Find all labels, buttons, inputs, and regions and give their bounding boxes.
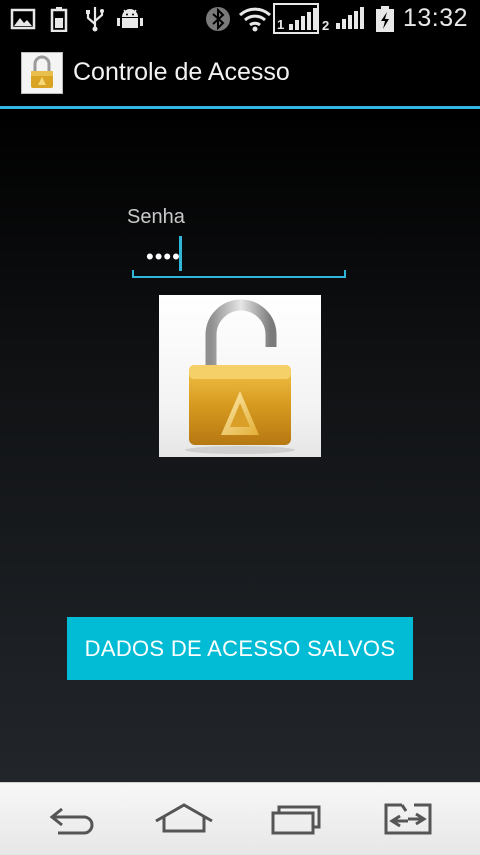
dual-window-icon bbox=[384, 803, 432, 835]
password-field[interactable]: •••• bbox=[132, 236, 346, 278]
password-value: •••• bbox=[146, 244, 181, 269]
status-bar: 1 2 13:32 bbox=[0, 0, 480, 38]
bluetooth-icon bbox=[206, 7, 230, 31]
text-cursor bbox=[179, 236, 182, 271]
dual-window-button[interactable] bbox=[368, 797, 448, 841]
recent-apps-button[interactable] bbox=[257, 797, 337, 841]
password-label: Senha bbox=[127, 206, 185, 228]
password-underline bbox=[132, 270, 346, 278]
open-padlock-icon bbox=[185, 299, 295, 454]
wifi-icon bbox=[238, 7, 272, 32]
clock: 13:32 bbox=[402, 4, 468, 32]
action-bar: Controle de Acesso bbox=[0, 38, 480, 109]
recent-apps-icon bbox=[271, 805, 321, 835]
battery-charging-icon bbox=[376, 6, 394, 32]
open-padlock-image bbox=[159, 295, 321, 457]
navigation-bar bbox=[0, 782, 480, 855]
signal-sim2-icon: 2 bbox=[322, 3, 368, 34]
android-debug-icon bbox=[117, 9, 143, 28]
app-title: Controle de Acesso bbox=[73, 58, 290, 86]
main-content: Senha •••• DADOS DE ACESSO SALVOS bbox=[0, 109, 480, 782]
back-button[interactable] bbox=[32, 797, 112, 841]
home-icon bbox=[155, 803, 213, 833]
usb-icon bbox=[86, 7, 104, 32]
battery-small-icon bbox=[50, 7, 68, 32]
padlock-icon bbox=[21, 52, 63, 94]
saved-access-data-button[interactable]: DADOS DE ACESSO SALVOS bbox=[67, 617, 413, 680]
signal-sim1-icon: 1 bbox=[273, 3, 319, 34]
image-icon bbox=[10, 8, 36, 30]
home-button[interactable] bbox=[144, 797, 224, 841]
sim2-label: 2 bbox=[322, 18, 330, 33]
sim1-label: 1 bbox=[277, 17, 285, 32]
back-icon bbox=[49, 807, 94, 835]
